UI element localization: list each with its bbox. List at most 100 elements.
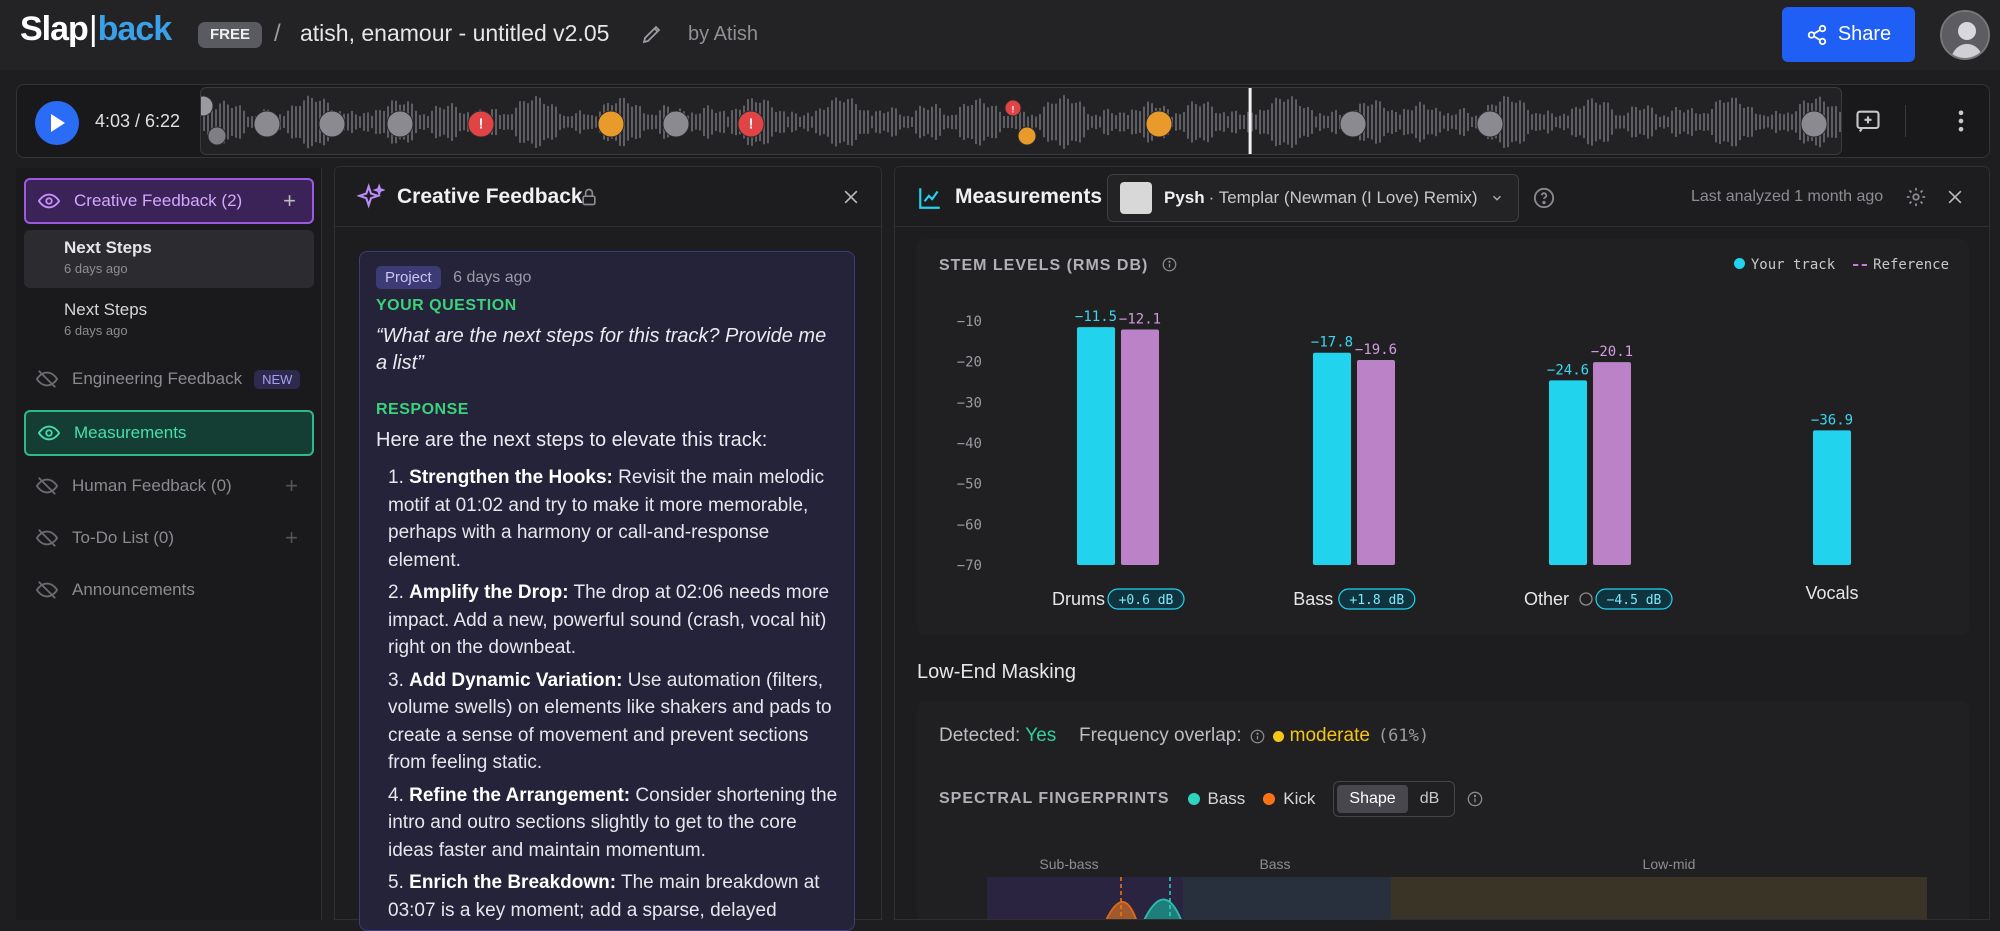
toggle-shape[interactable]: Shape — [1337, 785, 1408, 813]
delta-label: +0.6 dB — [1119, 593, 1174, 608]
bar-your-track — [1549, 380, 1587, 565]
low-end-masking-title: Low-End Masking — [917, 661, 1076, 683]
list-item: 2. Amplify the Drop: The drop at 02:06 n… — [388, 582, 830, 658]
reference-track-select[interactable]: Pysh · Templar (Newman (I Love) Remix) — [1107, 174, 1519, 222]
bar-value-label: −17.8 — [1311, 335, 1353, 351]
share-button[interactable]: Share — [1782, 7, 1915, 62]
sidebar-item-announcements[interactable]: Announcements — [24, 567, 314, 613]
category-label: Drums — [1052, 589, 1105, 609]
play-button[interactable] — [35, 101, 79, 145]
bar-your-track — [1313, 352, 1351, 565]
question-text: “What are the next steps for this track?… — [376, 325, 827, 374]
toggle-db[interactable]: dB — [1408, 785, 1452, 813]
project-title: atish, enamour - untitled v2.05 — [300, 20, 610, 46]
band-label: Sub-bass — [1039, 856, 1098, 872]
delta-label: −4.5 dB — [1607, 593, 1662, 608]
comment-marker — [318, 110, 346, 138]
comment-marker — [1339, 110, 1367, 138]
sidebar-item-todo-list[interactable]: To-Do List (0) + — [24, 515, 314, 561]
sidebar-entry-next-steps-1[interactable]: Next Steps 6 days ago — [24, 230, 314, 288]
feedback-date: 6 days ago — [453, 269, 532, 286]
list-item: 1. Strengthen the Hooks: Revisit the mai… — [388, 467, 825, 571]
y-tick-label: −50 — [957, 477, 982, 493]
y-tick-label: −10 — [957, 314, 982, 330]
stem-levels-title: STEM LEVELS (RMS DB) — [939, 257, 1177, 275]
comment-marker — [386, 110, 414, 138]
bar-value-label: −24.6 — [1547, 362, 1589, 378]
user-avatar[interactable] — [1940, 10, 1990, 60]
band-bass — [1183, 877, 1391, 919]
sidebar-item-measurements[interactable]: Measurements — [24, 410, 314, 456]
add-todo-button[interactable]: + — [285, 525, 298, 551]
sidebar-item-engineering-feedback[interactable]: Engineering Feedback NEW — [24, 356, 314, 402]
waveform-timeline[interactable]: !!! — [200, 87, 1842, 155]
y-tick-label: −70 — [957, 558, 982, 574]
more-options-icon[interactable] — [1947, 107, 1975, 135]
stem-legend: Your track Reference — [1733, 257, 1949, 273]
pencil-icon[interactable] — [640, 22, 664, 46]
gear-icon[interactable] — [1905, 186, 1927, 208]
y-tick-label: −40 — [957, 436, 982, 452]
sparkles-icon — [357, 183, 385, 209]
slapback-logo[interactable]: Slap|back — [20, 10, 172, 49]
measurements-header: Measurements Pysh · Templar (Newman (I L… — [895, 167, 1989, 227]
list-item: 5. Enrich the Breakdown: The main breakd… — [388, 872, 820, 921]
title-separator: / — [274, 20, 281, 47]
eye-off-icon — [36, 370, 58, 388]
response-label: RESPONSE — [376, 401, 469, 418]
chevron-down-icon — [1492, 195, 1501, 201]
project-owner: by Atish — [688, 23, 759, 45]
eye-off-icon — [36, 477, 58, 495]
info-icon — [1579, 592, 1593, 606]
info-icon[interactable] — [1467, 791, 1483, 807]
add-human-feedback-button[interactable]: + — [285, 473, 298, 499]
overlap-indicator — [1272, 730, 1284, 742]
close-icon[interactable] — [1945, 187, 1965, 207]
player-bar: 4:03 / 6:22 !!! — [16, 84, 1990, 158]
list-item: 3. Add Dynamic Variation: Use automation… — [388, 669, 832, 774]
bar-value-label: −19.6 — [1355, 342, 1397, 358]
info-icon[interactable] — [1250, 729, 1265, 744]
category-label: Bass — [1293, 589, 1333, 609]
bar-reference — [1593, 362, 1631, 565]
band-label: Low-mid — [1643, 856, 1696, 872]
alert-icon: ! — [1012, 105, 1015, 115]
sidebar-item-creative-feedback[interactable]: Creative Feedback (2) + — [24, 178, 314, 224]
new-badge: NEW — [254, 369, 301, 389]
detected-status: Detected: Yes — [939, 725, 1057, 746]
bar-value-label: −11.5 — [1075, 309, 1117, 325]
bar-your-track — [1077, 327, 1115, 565]
low-end-masking-card: Sub-bass Bass Low-mid Detected: Yes Freque… — [917, 701, 1969, 919]
comment-marker — [662, 110, 690, 138]
info-icon[interactable] — [1162, 257, 1177, 272]
spectral-fingerprints-bar: SPECTRAL FINGERPRINTS Bass Kick Shape dB — [939, 781, 1483, 817]
player-divider — [1905, 105, 1906, 137]
last-analyzed: Last analyzed 1 month ago — [1691, 188, 1884, 205]
comment-marker — [597, 110, 625, 138]
playhead — [1248, 88, 1252, 154]
plan-badge: FREE — [198, 22, 263, 48]
alert-icon: ! — [749, 117, 754, 133]
response-steps: 1. Strengthen the Hooks: Revisit the mai… — [376, 464, 838, 924]
comment-marker — [1017, 126, 1037, 146]
play-icon — [51, 114, 65, 132]
comment-marker — [253, 110, 281, 138]
avatar-silhouette — [1942, 12, 1988, 58]
frequency-overlap: Frequency overlap: moderate (61%) — [1079, 725, 1430, 746]
line-chart-icon — [919, 188, 940, 209]
add-comment-icon[interactable] — [1854, 107, 1882, 135]
creative-feedback-header: Creative Feedback — [335, 167, 881, 227]
stem-levels-card: −10 −20 −30 −40 −50 −60 −70 −11.5 −12.1 Drums +0.6… — [917, 239, 1969, 635]
question-label: YOUR QUESTION — [376, 297, 517, 314]
panel-title: Creative Feedback — [397, 185, 583, 208]
sidebar: Creative Feedback (2) + Next Steps 6 day… — [16, 168, 322, 920]
eye-icon — [38, 425, 60, 441]
add-creative-feedback-button[interactable]: + — [283, 188, 296, 214]
comment-marker — [207, 126, 227, 146]
help-icon[interactable] — [1533, 187, 1555, 209]
bar-your-track — [1813, 430, 1851, 565]
sidebar-item-human-feedback[interactable]: Human Feedback (0) + — [24, 463, 314, 509]
close-icon[interactable] — [841, 187, 861, 207]
top-bar: Slap|back FREE / atish, enamour - untitl… — [0, 0, 2000, 70]
sidebar-entry-next-steps-2[interactable]: Next Steps 6 days ago — [24, 292, 314, 350]
